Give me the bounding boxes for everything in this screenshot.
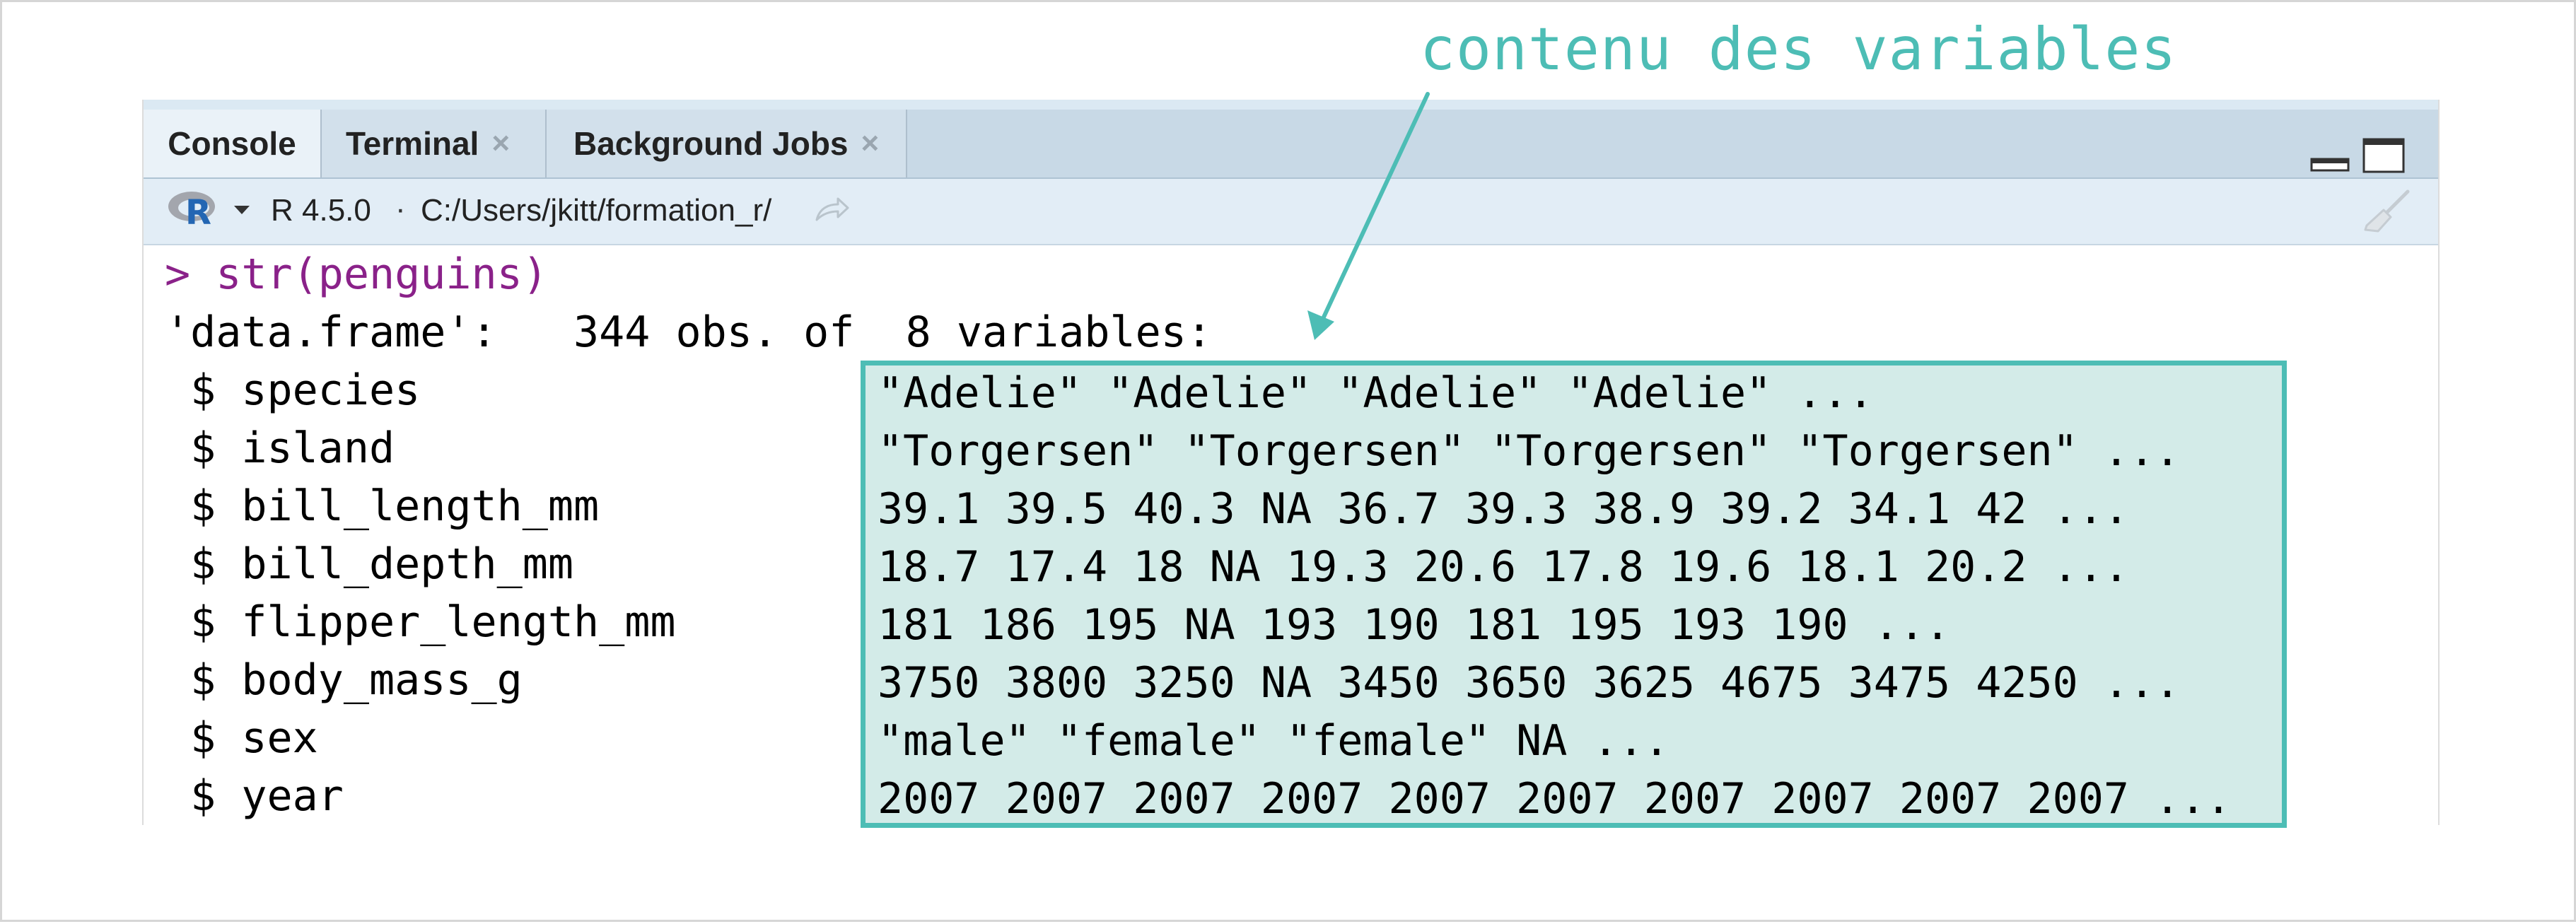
dropdown-caret-icon[interactable] [234, 206, 250, 214]
console-toolbar: R R 4.5.0 · C:/Users/jkitt/formation_r/ [144, 179, 2438, 245]
variable-name: $ flipper_length_mm [165, 597, 676, 647]
variable-name: $ island [165, 423, 676, 473]
broom-icon[interactable] [2362, 189, 2412, 234]
variable-content: 3750 3800 3250 NA 3450 3650 3625 4675 34… [878, 658, 2181, 708]
tab-terminal[interactable]: Terminal × [322, 110, 547, 177]
variable-content: 181 186 195 NA 193 190 181 195 193 190 .… [878, 600, 1951, 650]
close-icon[interactable]: × [861, 126, 880, 161]
tab-console[interactable]: Console [144, 110, 322, 177]
variable-name: $ bill_depth_mm [165, 539, 676, 589]
variable-name: $ sex [165, 713, 676, 763]
variable-name: $ species [165, 365, 676, 415]
variable-content: 39.1 39.5 40.3 NA 36.7 39.3 38.9 39.2 34… [878, 484, 2130, 534]
pane-top-strip [144, 100, 2438, 110]
variable-content: "male" "female" "female" NA ... [878, 716, 1669, 766]
minimize-icon[interactable] [2310, 138, 2350, 175]
working-directory[interactable]: C:/Users/jkitt/formation_r/ [421, 193, 771, 228]
go-to-directory-icon[interactable] [814, 196, 851, 224]
tab-background-jobs[interactable]: Background Jobs × [547, 110, 907, 177]
tab-console-label: Console [168, 125, 296, 162]
str-header-line: 'data.frame': 344 obs. of 8 variables: [165, 308, 1213, 357]
variable-content: 18.7 17.4 18 NA 19.3 20.6 17.8 19.6 18.1… [878, 542, 2130, 592]
variable-content: 2007 2007 2007 2007 2007 2007 2007 2007 … [878, 774, 2232, 824]
close-icon[interactable]: × [491, 126, 510, 161]
annotation-label: contenu des variables [1420, 15, 2177, 83]
variable-name: $ body_mass_g [165, 655, 676, 705]
r-logo-icon[interactable]: R [166, 187, 223, 230]
maximize-icon[interactable] [2362, 138, 2405, 175]
tab-bar: Console Terminal × Background Jobs × [144, 110, 2438, 179]
r-version: R 4.5.0 [271, 193, 371, 228]
tab-background-jobs-label: Background Jobs [573, 125, 849, 162]
variable-content: "Torgersen" "Torgersen" "Torgersen" "Tor… [878, 426, 2181, 476]
toolbar-separator: · [395, 192, 406, 226]
figure-frame: contenu des variables Console Terminal ×… [0, 0, 2576, 922]
variable-name: $ year [165, 771, 676, 821]
variable-name: $ bill_length_mm [165, 481, 676, 531]
variable-content: "Adelie" "Adelie" "Adelie" "Adelie" ... [878, 368, 1874, 418]
prompt-line: > str(penguins) [165, 250, 548, 299]
tab-terminal-label: Terminal [346, 125, 479, 162]
r-logo-letter: R [185, 193, 211, 230]
